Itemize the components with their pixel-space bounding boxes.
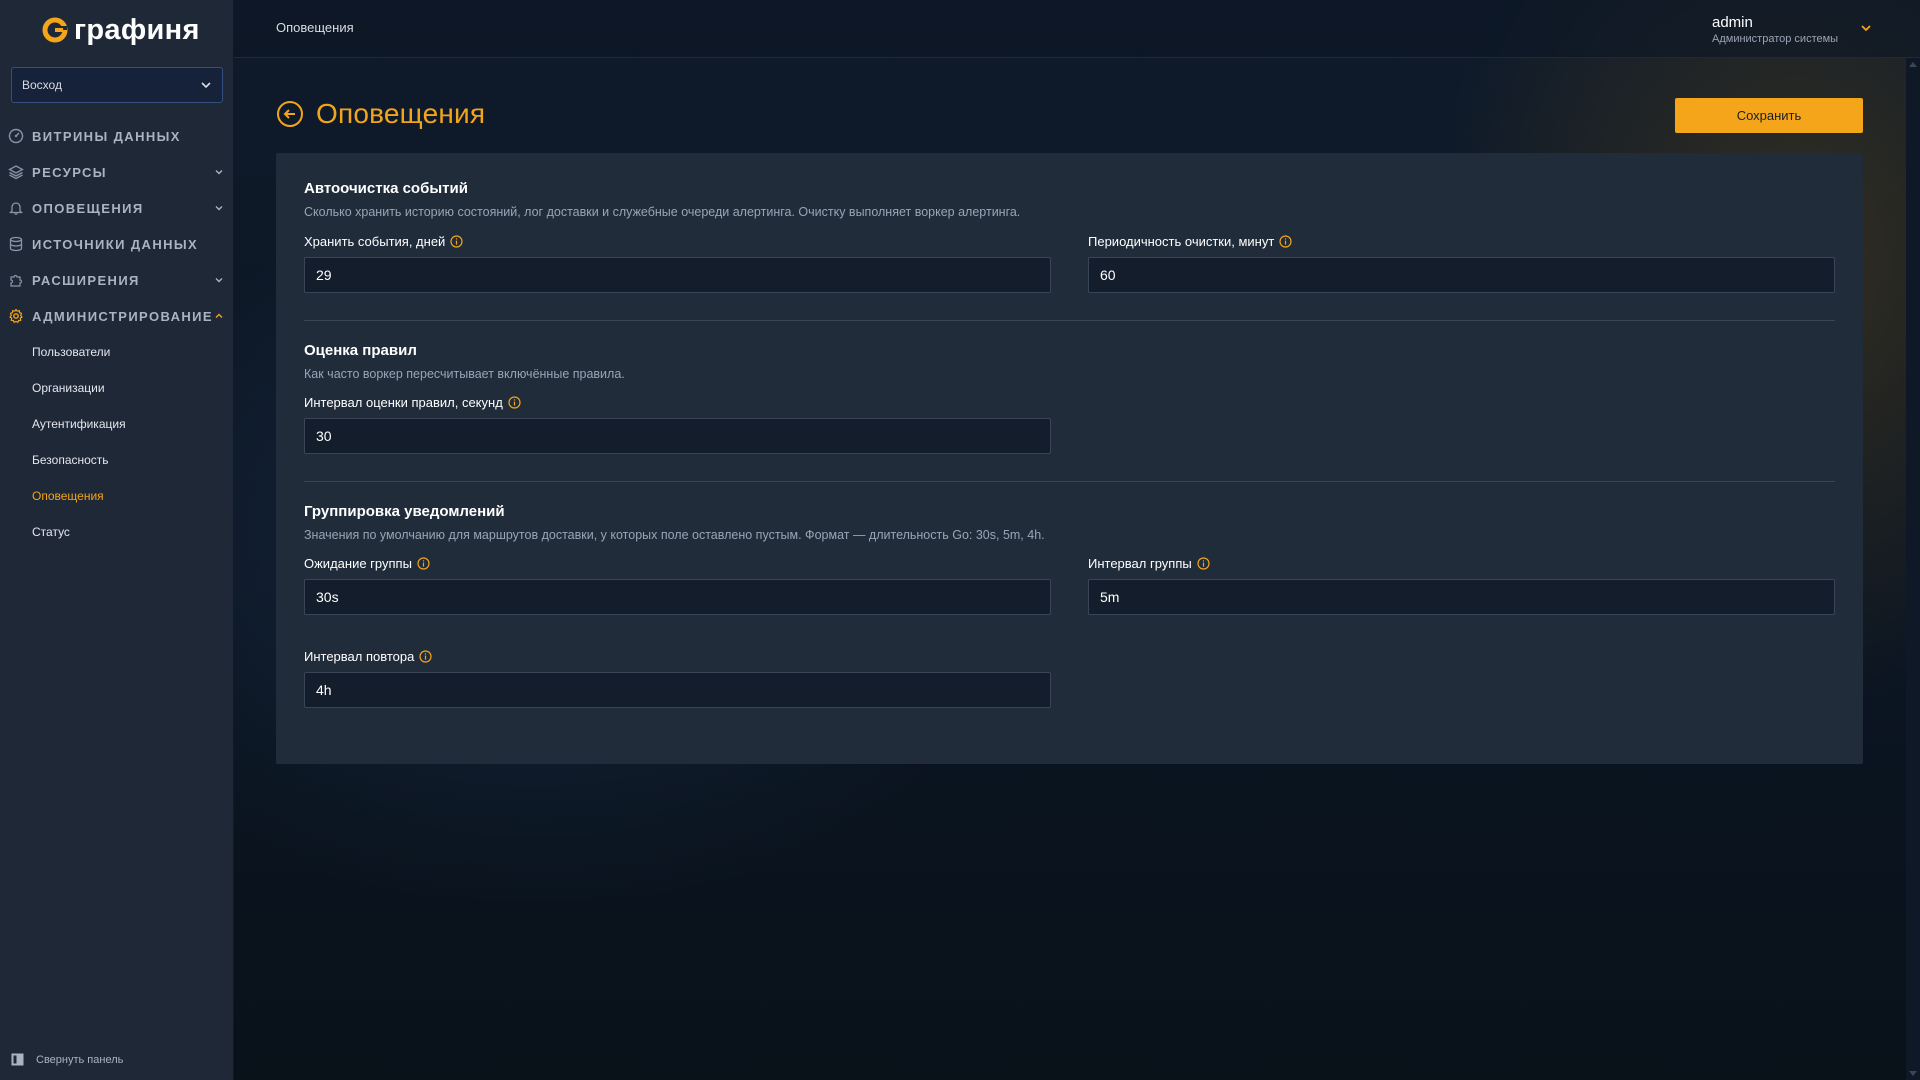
nav-item-label: АДМИНИСТРИРОВАНИЕ [32, 308, 213, 324]
repeat-interval-input[interactable] [304, 672, 1051, 708]
section-title: Автоочистка событий [304, 180, 468, 197]
sidebar-item-alerting[interactable]: Оповещения [0, 478, 234, 514]
group-interval-input[interactable] [1088, 579, 1835, 615]
field-retention-days: Хранить события, дней [304, 233, 1051, 293]
user-name: admin [1712, 14, 1753, 31]
back-arrow-icon[interactable] [276, 100, 304, 128]
field-group-interval: Интервал группы [1088, 555, 1835, 615]
gauge-icon [8, 128, 24, 144]
sidebar-nav: ВИТРИНЫ ДАННЫХ РЕСУРСЫ ОПОВЕЩЕНИЯ ИСТОЧН… [0, 118, 234, 550]
nav-item-alerting[interactable]: ОПОВЕЩЕНИЯ [0, 190, 234, 226]
nav-item-datasources[interactable]: ИСТОЧНИКИ ДАННЫХ [0, 226, 234, 262]
scroll-down-icon[interactable] [1909, 1071, 1917, 1076]
chevron-down-icon [215, 278, 223, 283]
field-label: Интервал группы [1088, 555, 1192, 571]
section-description: Как часто воркер пересчитывает включённы… [304, 367, 625, 381]
nav-item-label: РЕСУРСЫ [32, 164, 107, 180]
sidebar-item-status[interactable]: Статус [0, 514, 234, 550]
field-label: Интервал повтора [304, 648, 415, 664]
section-title: Группировка уведомлений [304, 503, 505, 520]
section-evaluation: Оценка правил Как часто воркер пересчиты… [304, 342, 1835, 381]
user-role: Администратор системы [1712, 33, 1839, 45]
nav-item-label: РАСШИРЕНИЯ [32, 272, 140, 288]
logo-text: графиня [74, 13, 200, 46]
chevron-down-icon [215, 206, 223, 211]
scroll-up-icon[interactable] [1909, 62, 1917, 67]
info-icon[interactable] [417, 556, 430, 570]
bell-icon [8, 202, 24, 215]
nav-item-administration[interactable]: АДМИНИСТРИРОВАНИЕ [0, 298, 234, 334]
cleanup-period-input[interactable] [1088, 257, 1835, 293]
field-repeat-interval: Интервал повтора [304, 648, 1051, 708]
main-area: Оповещения admin Администратор системы О… [234, 0, 1920, 1080]
chevron-down-icon [1861, 25, 1871, 32]
collapse-panel-button[interactable]: Свернуть панель [11, 1053, 123, 1066]
page-title: Оповещения [316, 98, 486, 129]
chevron-down-icon [201, 82, 211, 89]
puzzle-icon [10, 274, 23, 287]
sidebar-item-users[interactable]: Пользователи [0, 334, 234, 370]
topbar: Оповещения admin Администратор системы [234, 0, 1920, 58]
section-divider [304, 320, 1835, 321]
nav-item-label: ИСТОЧНИКИ ДАННЫХ [32, 236, 199, 252]
field-label: Хранить события, дней [304, 233, 446, 249]
nav-item-label: ВИТРИНЫ ДАННЫХ [32, 128, 181, 144]
section-description: Значения по умолчанию для маршрутов дост… [304, 528, 1045, 542]
info-icon[interactable] [450, 234, 463, 248]
save-button[interactable]: Сохранить [1675, 98, 1863, 133]
nav-item-plugins[interactable]: РАСШИРЕНИЯ [0, 262, 234, 298]
sidebar-item-security[interactable]: Безопасность [0, 442, 234, 478]
user-menu[interactable]: admin Администратор системы [1712, 14, 1872, 45]
chevron-down-icon [215, 170, 223, 175]
field-cleanup-period: Периодичность очистки, минут [1088, 233, 1835, 293]
nav-item-dashboards[interactable]: ВИТРИНЫ ДАННЫХ [0, 118, 234, 154]
section-grouping: Группировка уведомлений Значения по умол… [304, 503, 1835, 542]
settings-card: Автоочистка событий Сколько хранить исто… [276, 153, 1863, 764]
field-eval-interval: Интервал оценки правил, секунд [304, 394, 1051, 454]
field-label: Интервал оценки правил, секунд [304, 394, 503, 410]
section-cleanup: Автоочистка событий Сколько хранить исто… [304, 180, 1835, 219]
collapse-panel-label: Свернуть панель [36, 1053, 124, 1066]
sidebar: графиня Восход ВИТРИНЫ ДАННЫХ РЕСУРСЫ ОП… [0, 0, 234, 1080]
group-wait-input[interactable] [304, 579, 1051, 615]
retention-days-input[interactable] [304, 257, 1051, 293]
chevron-up-icon [215, 313, 223, 318]
layers-icon [8, 165, 24, 180]
breadcrumb[interactable]: Оповещения [276, 20, 354, 35]
sidebar-item-orgs[interactable]: Организации [0, 370, 234, 406]
gear-icon [9, 308, 23, 324]
org-select-value: Восход [22, 78, 62, 92]
logo[interactable]: графиня [42, 14, 200, 46]
field-label: Периодичность очистки, минут [1088, 233, 1275, 249]
nav-item-resources[interactable]: РЕСУРСЫ [0, 154, 234, 190]
field-label: Ожидание группы [304, 555, 412, 571]
logo-mark-icon [42, 17, 68, 43]
page-header: Оповещения [276, 98, 485, 130]
scrollbar[interactable] [1906, 58, 1920, 1080]
info-icon[interactable] [508, 395, 521, 409]
org-select[interactable]: Восход [11, 67, 223, 103]
info-icon[interactable] [1279, 234, 1292, 248]
eval-interval-input[interactable] [304, 418, 1051, 454]
nav-item-label: ОПОВЕЩЕНИЯ [32, 200, 144, 216]
section-title: Оценка правил [304, 342, 417, 359]
info-icon[interactable] [419, 649, 432, 663]
info-icon[interactable] [1197, 556, 1210, 570]
database-icon [9, 236, 23, 252]
sidebar-item-auth[interactable]: Аутентификация [0, 406, 234, 442]
section-description: Сколько хранить историю состояний, лог д… [304, 205, 1021, 219]
sidebar-collapse-icon [11, 1053, 24, 1066]
field-group-wait: Ожидание группы [304, 555, 1051, 615]
section-divider [304, 481, 1835, 482]
